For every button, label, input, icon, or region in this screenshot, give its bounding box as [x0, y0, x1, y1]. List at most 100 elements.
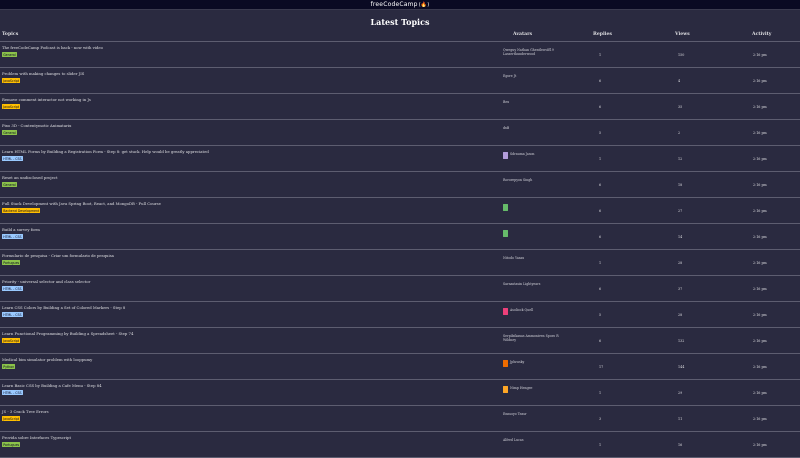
avatars-cell: Nimp Hengee [503, 386, 563, 393]
topic-title-link[interactable]: Learn Basic CSS by Building a Cafe Menu … [2, 383, 102, 388]
avatars-cell: Nitodo Yasax [503, 256, 563, 260]
table-row: The freeCodeCamp Podcast is back - now w… [0, 42, 800, 68]
poster-names[interactable]: Alfred Lucas [503, 438, 523, 442]
poster-names[interactable]: Bex [503, 100, 509, 104]
poster-names[interactable]: Asoliock Quell [510, 308, 533, 312]
poster-names[interactable]: Sdrauma Jason [510, 152, 534, 156]
topic-title-link[interactable]: Reset an undisclosed project [2, 175, 58, 180]
activity-time[interactable]: 2:16 pm [753, 209, 767, 213]
activity-time[interactable]: 2:16 pm [753, 183, 767, 187]
avatar[interactable] [503, 152, 508, 159]
topic-title-link[interactable]: Pixo 3D - Contentymotic Animatarix [2, 123, 71, 128]
table-header: Topics Avatars Replies Views Activity [0, 30, 800, 42]
category-tag[interactable]: JavaScript [2, 78, 21, 84]
activity-time[interactable]: 2:16 pm [753, 417, 767, 421]
poster-names[interactable]: Nimp Hengee [510, 386, 532, 390]
category-tag[interactable]: HTML - CSS [2, 234, 23, 240]
category-tag[interactable]: HTML - CSS [2, 390, 23, 396]
topic-title-link[interactable]: Problem with making changes to slider JI… [2, 71, 84, 76]
activity-time[interactable]: 2:16 pm [753, 53, 767, 57]
poster-names[interactable]: Qweguy Nathan Ghentlewolf19 Lasserthunde… [503, 48, 563, 56]
category-tag[interactable]: General [2, 182, 17, 188]
category-tag[interactable]: JavaScript [2, 104, 21, 110]
category-tag[interactable]: General [2, 52, 17, 58]
category-tag[interactable]: Python [2, 364, 16, 370]
avatars-cell: Rororepyon Singh [503, 178, 563, 182]
reply-count: 6 [599, 105, 602, 109]
view-count: 37 [678, 287, 683, 291]
topic-title-link[interactable]: Full Stack Development with Java Spring … [2, 201, 161, 206]
category-tag[interactable]: JavaScript [2, 416, 21, 422]
activity-time[interactable]: 2:16 pm [753, 365, 767, 369]
category-tag[interactable]: General [2, 130, 17, 136]
topic-title-link[interactable]: Learn Functional Programming by Building… [2, 331, 133, 336]
topic-title-link[interactable]: The freeCodeCamp Podcast is back - now w… [2, 45, 103, 50]
activity-time[interactable]: 2:16 pm [753, 443, 767, 447]
topic-title-link[interactable]: Remove comment interactor not working in… [2, 97, 91, 102]
avatar[interactable] [503, 308, 508, 315]
table-row: Medical bim simulator problem with loopp… [0, 354, 800, 380]
activity-time[interactable]: 2:16 pm [753, 391, 767, 395]
poster-names[interactable]: dxB [503, 126, 509, 130]
poster-names[interactable]: Ennsoyo Teasr [503, 412, 527, 416]
avatar[interactable] [503, 360, 508, 367]
table-row: Learn Basic CSS by Building a Cafe Menu … [0, 380, 800, 406]
poster-names[interactable]: Jphrusky [510, 360, 524, 364]
avatars-cell [503, 230, 563, 237]
table-row: Formulario de pesquisa - Criar um formul… [0, 250, 800, 276]
freecodecamp-logo[interactable]: freeCodeCamp(🔥) [371, 1, 430, 8]
table-row: Priority - universal selector and class … [0, 276, 800, 302]
activity-time[interactable]: 2:16 pm [753, 339, 767, 343]
table-row: Learn HTML Forms by Building a Registrat… [0, 146, 800, 172]
category-tag[interactable]: HTML - CSS [2, 156, 23, 162]
activity-time[interactable]: 2:16 pm [753, 105, 767, 109]
avatars-cell: Sdrauma Jason [503, 152, 563, 159]
topic-title-link[interactable]: JS - 3 Crack Tree Errors [2, 409, 49, 414]
activity-time[interactable]: 2:16 pm [753, 235, 767, 239]
avatars-cell: Asoliock Quell [503, 308, 563, 315]
poster-names[interactable]: Serpilsikaxas Ammoniven Sporo R Wildney [503, 334, 563, 342]
activity-time[interactable]: 2:16 pm [753, 261, 767, 265]
view-count: 14 [678, 235, 683, 239]
avatars-cell: Qweguy Nathan Ghentlewolf19 Lasserthunde… [503, 48, 563, 56]
category-tag[interactable]: Backend Development [2, 208, 41, 214]
topic-title-link[interactable]: Medical bim simulator problem with loopp… [2, 357, 92, 362]
table-row: Learn CSS Colors by Building a Set of Co… [0, 302, 800, 328]
topic-title-link[interactable]: Priority - universal selector and class … [2, 279, 90, 284]
view-count: 11 [678, 417, 683, 421]
activity-time[interactable]: 2:16 pm [753, 287, 767, 291]
topic-title-link[interactable]: Build a survey form [2, 227, 40, 232]
topic-title-link[interactable]: Formulario de pesquisa - Criar um formul… [2, 253, 114, 258]
avatar[interactable] [503, 230, 508, 237]
avatar[interactable] [503, 204, 508, 211]
table-row: Full Stack Development with Java Spring … [0, 198, 800, 224]
page-title: Latest Topics [370, 17, 430, 27]
category-tag[interactable]: JavaScript [2, 338, 21, 344]
view-count: 27 [678, 209, 683, 213]
view-count: 2 [678, 131, 681, 135]
activity-time[interactable]: 2:16 pm [753, 157, 767, 161]
avatar[interactable] [503, 386, 508, 393]
column-header-activity: Activity [752, 32, 772, 37]
category-tag[interactable]: HTML - CSS [2, 312, 23, 318]
flame-icon: (🔥) [418, 2, 430, 8]
topic-title-link[interactable]: Learn CSS Colors by Building a Set of Co… [2, 305, 125, 310]
poster-names[interactable]: Sarnastasin Lightyears [503, 282, 540, 286]
reply-count: 1 [599, 443, 602, 447]
poster-names[interactable]: Egore Jt [503, 74, 516, 78]
activity-time[interactable]: 2:16 pm [753, 79, 767, 83]
avatars-cell: Alfred Lucas [503, 438, 563, 442]
topic-title-link[interactable]: Provida sobre Interfaces Typescript [2, 435, 71, 440]
table-row: JS - 3 Crack Tree Errors JavaScript Ennsoy… [0, 406, 800, 432]
reply-count: 17 [599, 365, 604, 369]
category-tag[interactable]: HTML - CSS [2, 286, 23, 292]
activity-time[interactable]: 2:16 pm [753, 313, 767, 317]
view-count: 16 [678, 443, 683, 447]
avatars-cell: Ennsoyo Teasr [503, 412, 563, 416]
category-tag[interactable]: Portugues [2, 442, 21, 448]
category-tag[interactable]: Portugues [2, 260, 21, 266]
poster-names[interactable]: Rororepyon Singh [503, 178, 532, 182]
topic-title-link[interactable]: Learn HTML Forms by Building a Registrat… [2, 149, 209, 154]
activity-time[interactable]: 2:16 pm [753, 131, 767, 135]
poster-names[interactable]: Nitodo Yasax [503, 256, 524, 260]
